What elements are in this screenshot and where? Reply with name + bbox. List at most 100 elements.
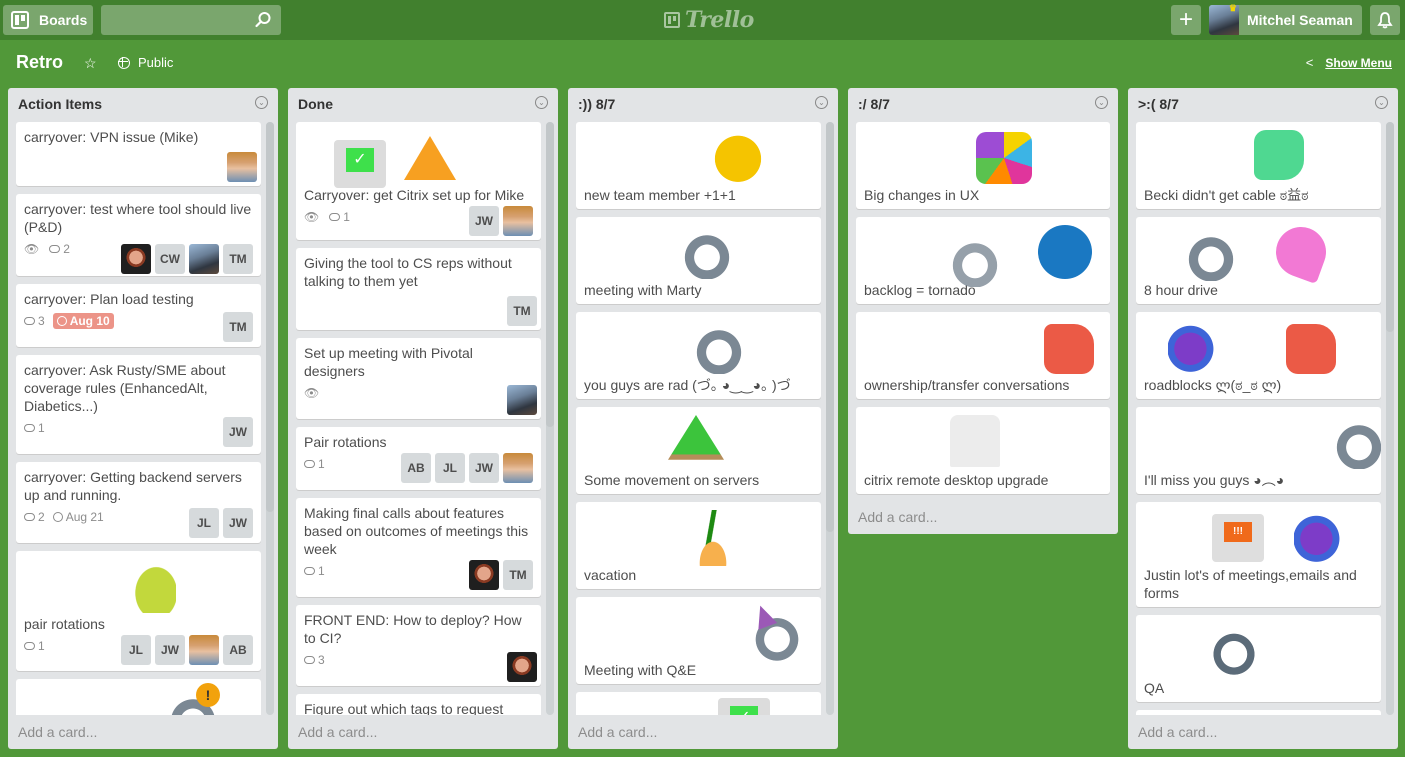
card[interactable]: vacation bbox=[576, 502, 821, 589]
card[interactable]: pair rotations 1 JL JW AB bbox=[16, 551, 261, 671]
member-avatar[interactable]: JL bbox=[121, 635, 151, 665]
member-avatar[interactable]: JW bbox=[469, 206, 499, 236]
search-box[interactable] bbox=[101, 5, 281, 35]
husky-party-sticker bbox=[750, 607, 804, 661]
list-scrollbar[interactable] bbox=[266, 122, 274, 715]
card[interactable]: Giving the tool to CS reps without talki… bbox=[296, 248, 541, 330]
card[interactable] bbox=[576, 692, 821, 715]
list-menu-icon[interactable]: ⌄ bbox=[255, 96, 268, 109]
list-title[interactable]: :/ 8/7 bbox=[858, 96, 890, 112]
scroll-thumb[interactable] bbox=[266, 122, 274, 512]
list-menu-icon[interactable]: ⌄ bbox=[1095, 96, 1108, 109]
member-avatar[interactable] bbox=[503, 206, 533, 236]
member-avatar[interactable]: TM bbox=[503, 560, 533, 590]
member-avatar[interactable] bbox=[189, 244, 219, 274]
member-avatar[interactable]: AB bbox=[401, 453, 431, 483]
card[interactable]: Making final calls about features based … bbox=[296, 498, 541, 597]
scroll-thumb[interactable] bbox=[1386, 122, 1394, 332]
card[interactable] bbox=[1136, 710, 1381, 715]
due-date-badge[interactable]: Aug 10 bbox=[52, 313, 114, 329]
card[interactable]: Set up meeting with Pivotal designers 👁 bbox=[296, 338, 541, 419]
card[interactable]: roadblocks ლ(ಠ_ಠ ლ) bbox=[1136, 312, 1381, 399]
member-avatar[interactable]: TM bbox=[507, 296, 537, 326]
visibility-button[interactable]: Public bbox=[118, 55, 173, 70]
add-card-button[interactable]: Add a card... bbox=[18, 724, 97, 740]
star-icon[interactable]: ☆ bbox=[84, 55, 97, 72]
member-avatar[interactable]: JL bbox=[435, 453, 465, 483]
member-avatar[interactable]: JW bbox=[155, 635, 185, 665]
card[interactable]: ! bbox=[16, 679, 261, 715]
card[interactable]: backlog = tornado bbox=[856, 217, 1110, 304]
card[interactable]: FRONT END: How to deploy? How to CI? 3 bbox=[296, 605, 541, 686]
show-menu[interactable]: < Show Menu bbox=[1306, 55, 1392, 70]
member-avatar[interactable]: JW bbox=[223, 417, 253, 447]
member-avatar[interactable]: TM bbox=[223, 244, 253, 274]
card[interactable]: ownership/transfer conversations bbox=[856, 312, 1110, 399]
list-menu-icon[interactable]: ⌄ bbox=[1375, 96, 1388, 109]
card[interactable]: Carryover: get Citrix set up for Mike 👁 … bbox=[296, 122, 541, 240]
card[interactable]: Big changes in UX bbox=[856, 122, 1110, 209]
list-title[interactable]: :)) 8/7 bbox=[578, 96, 615, 112]
due-date-badge[interactable]: Aug 21 bbox=[52, 510, 104, 524]
member-avatar[interactable]: JW bbox=[469, 453, 499, 483]
member-avatar[interactable]: TM bbox=[223, 312, 253, 342]
card-members: CW TM bbox=[121, 244, 253, 274]
list-scrollbar[interactable] bbox=[1386, 122, 1394, 715]
scroll-thumb[interactable] bbox=[826, 122, 834, 532]
card[interactable]: I'll miss you guys ◕︵◕ bbox=[1136, 407, 1381, 494]
gold-fox-sticker bbox=[710, 128, 766, 184]
card[interactable]: new team member +1+1 bbox=[576, 122, 821, 209]
list-scrollbar[interactable] bbox=[546, 122, 554, 715]
member-avatar[interactable]: JL bbox=[189, 508, 219, 538]
member-avatar[interactable] bbox=[507, 652, 537, 682]
member-menu-button[interactable]: Mitchel Seaman bbox=[1209, 3, 1362, 35]
board-title[interactable]: Retro bbox=[16, 52, 63, 73]
card-title: carryover: Getting backend servers up an… bbox=[24, 469, 242, 503]
member-avatar[interactable] bbox=[469, 560, 499, 590]
card[interactable]: Pair rotations 1 AB JL JW bbox=[296, 427, 541, 490]
add-card-button[interactable]: Add a card... bbox=[1138, 724, 1217, 740]
eye-icon: 👁 bbox=[24, 242, 40, 256]
card[interactable]: carryover: VPN issue (Mike) bbox=[16, 122, 261, 186]
member-avatar[interactable]: CW bbox=[155, 244, 185, 274]
add-button[interactable]: + bbox=[1171, 5, 1201, 35]
card[interactable]: Becki didn't get cable ಠ益ಠ bbox=[1136, 122, 1381, 209]
member-avatar[interactable] bbox=[121, 244, 151, 274]
member-avatar[interactable] bbox=[189, 635, 219, 665]
add-card-button[interactable]: Add a card... bbox=[298, 724, 377, 740]
card[interactable]: Justin lot's of meetings,emails and form… bbox=[1136, 502, 1381, 607]
list-menu-icon[interactable]: ⌄ bbox=[535, 96, 548, 109]
card[interactable]: Figure out which tags to request bbox=[296, 694, 541, 715]
card-badges: 3 bbox=[304, 651, 533, 669]
list-title[interactable]: >:( 8/7 bbox=[1138, 96, 1179, 112]
list-menu-icon[interactable]: ⌄ bbox=[815, 96, 828, 109]
add-card-button[interactable]: Add a card... bbox=[578, 724, 657, 740]
card[interactable]: carryover: Getting backend servers up an… bbox=[16, 462, 261, 543]
list-scrollbar[interactable] bbox=[826, 122, 834, 715]
scroll-thumb[interactable] bbox=[546, 122, 554, 427]
card[interactable]: 8 hour drive bbox=[1136, 217, 1381, 304]
card[interactable]: carryover: Ask Rusty/SME about coverage … bbox=[16, 355, 261, 454]
card[interactable]: carryover: Plan load testing 3 Aug 10 TM bbox=[16, 284, 261, 347]
card[interactable]: carryover: test where tool should live (… bbox=[16, 194, 261, 276]
boards-button[interactable]: Boards bbox=[3, 5, 93, 35]
card[interactable]: citrix remote desktop upgrade bbox=[856, 407, 1110, 494]
list-title[interactable]: Done bbox=[298, 96, 333, 112]
card[interactable]: Meeting with Q&E bbox=[576, 597, 821, 684]
show-menu-link[interactable]: Show Menu bbox=[1325, 56, 1392, 70]
notifications-button[interactable] bbox=[1370, 5, 1400, 35]
add-card-button[interactable]: Add a card... bbox=[858, 509, 937, 525]
member-avatar-mike[interactable] bbox=[227, 152, 257, 182]
card[interactable]: you guys are rad (づ｡ ◕‿‿◕｡ )づ bbox=[576, 312, 821, 399]
member-avatar[interactable] bbox=[507, 385, 537, 415]
list-title[interactable]: Action Items bbox=[18, 96, 102, 112]
member-avatar[interactable] bbox=[503, 453, 533, 483]
card-title: Big changes in UX bbox=[864, 187, 980, 203]
card[interactable]: Some movement on servers bbox=[576, 407, 821, 494]
card[interactable]: QA bbox=[1136, 615, 1381, 702]
card[interactable]: meeting with Marty bbox=[576, 217, 821, 304]
comment-icon bbox=[304, 460, 315, 468]
member-avatar[interactable]: AB bbox=[223, 635, 253, 665]
trello-logo[interactable]: Trello bbox=[664, 7, 754, 33]
member-avatar[interactable]: JW bbox=[223, 508, 253, 538]
